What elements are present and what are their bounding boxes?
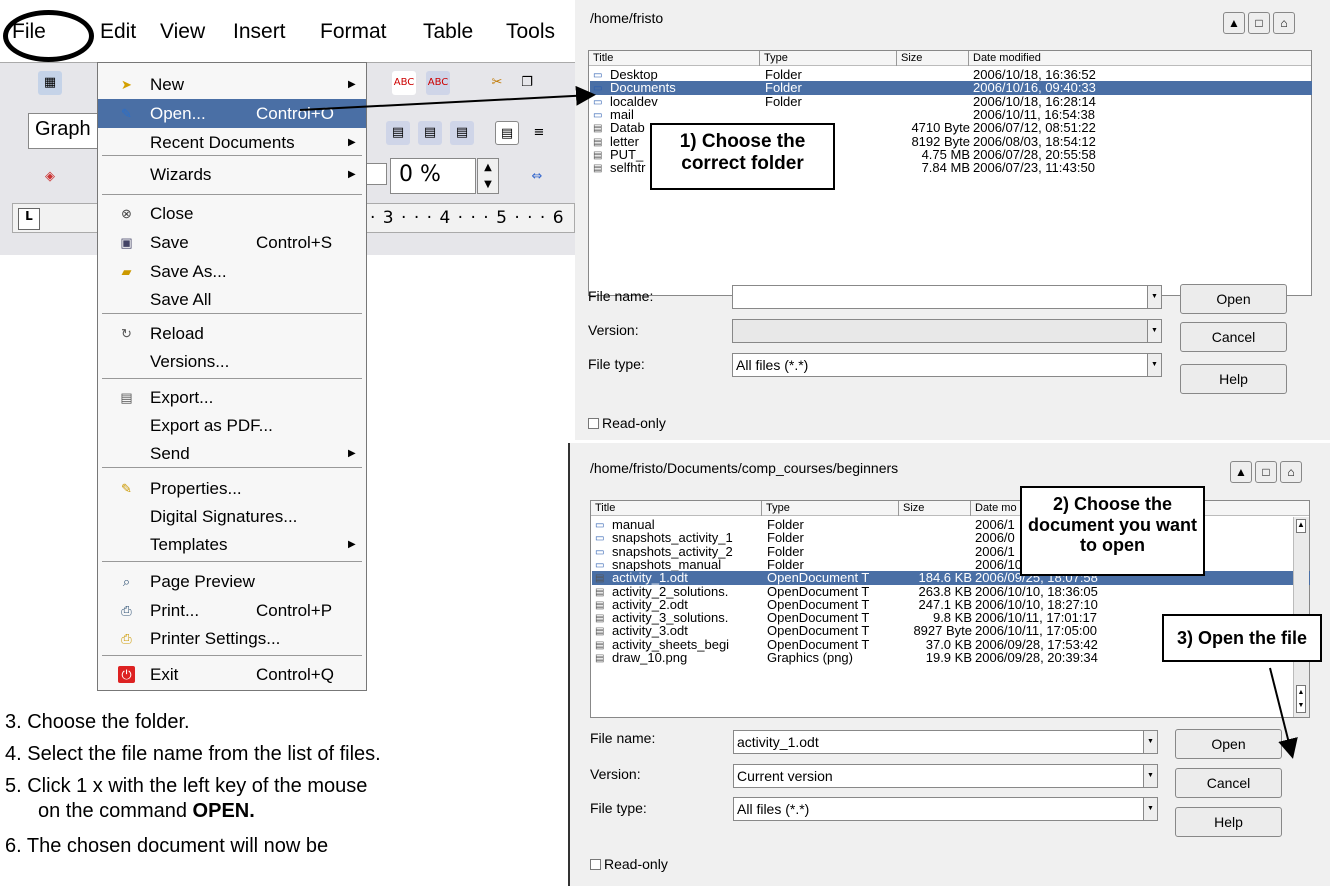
- callout-choose-document: 2) Choose the document you want to open: [1020, 486, 1205, 576]
- arrow-to-documents: [299, 85, 596, 111]
- callout-choose-folder: 1) Choose the correct folder: [650, 123, 835, 190]
- instruction-3: 3. Choose the folder.: [5, 711, 190, 733]
- instruction-4: 4. Select the file name from the list of…: [5, 743, 381, 765]
- callout-open-file: 3) Open the file: [1162, 614, 1322, 662]
- instruction-5-cont: on the command OPEN.: [38, 800, 255, 822]
- instruction-5: 5. Click 1 x with the left key of the mo…: [5, 775, 368, 797]
- instruction-6: 6. The chosen document will now be: [5, 835, 329, 857]
- arrow-to-open: [1269, 667, 1298, 759]
